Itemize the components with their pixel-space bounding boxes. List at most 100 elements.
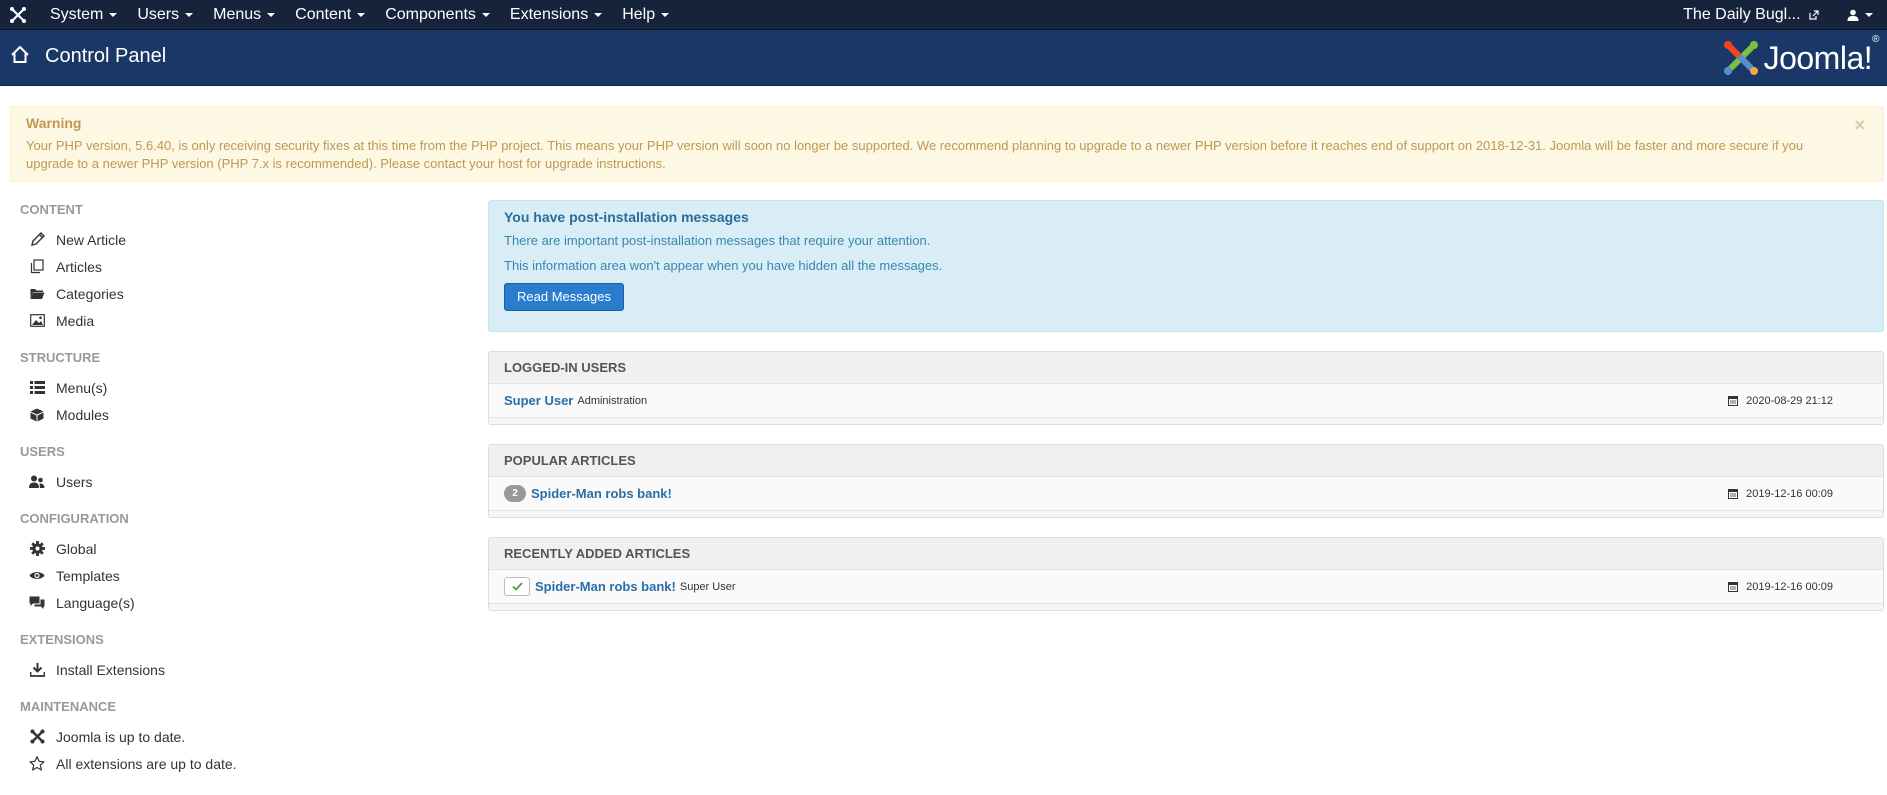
article-date: 2019-12-16 00:09 (1728, 488, 1833, 500)
nav-item-menus[interactable]: Menu(s) (20, 374, 460, 401)
menu-help[interactable]: Help (612, 0, 679, 30)
folder-icon (29, 286, 45, 302)
nav-item-media[interactable]: Media (20, 307, 460, 334)
nav-header-users: USERS (20, 444, 65, 459)
download-icon (29, 662, 45, 678)
menu-extensions[interactable]: Extensions (500, 0, 612, 30)
menu-system-label: System (50, 6, 104, 23)
nav-header-configuration: CONFIGURATION (20, 511, 129, 526)
menu-menus-label: Menus (213, 6, 262, 23)
check-icon (511, 582, 523, 591)
nav-item-label: Joomla is up to date. (56, 728, 186, 745)
login-date: 2020-08-29 21:12 (1728, 395, 1833, 407)
brand-mark: ® (1872, 33, 1879, 45)
logged-in-users-module: LOGGED-IN USERS Super User Administratio… (488, 351, 1884, 425)
joomla-brand-text: Joomla!® (1764, 34, 1880, 77)
module-title: RECENTLY ADDED ARTICLES (489, 538, 1883, 570)
main-menu: System Users Menus Content Components Ex… (40, 0, 679, 30)
nav-item-extension-update[interactable]: All extensions are up to date. (20, 750, 460, 777)
star-icon (29, 756, 45, 772)
module-footer (489, 604, 1883, 610)
module-footer (489, 511, 1883, 517)
published-toggle[interactable] (504, 577, 530, 596)
site-link[interactable]: The Daily Bugl... (1683, 0, 1819, 30)
read-messages-button[interactable]: Read Messages (504, 283, 624, 311)
list-item: 2 Spider-Man robs bank! 2019-12-16 00:09 (489, 477, 1883, 511)
article-author: Super User (679, 580, 736, 593)
nav-item-templates[interactable]: Templates (20, 562, 460, 589)
nav-group-maintenance: MAINTENANCE Joomla is up to date. All ex… (20, 697, 460, 777)
nav-header-extensions: EXTENSIONS (20, 632, 104, 647)
nav-group-extensions: EXTENSIONS Install Extensions (20, 630, 460, 683)
user-link[interactable]: Super User (504, 393, 573, 408)
nav-item-label: Menu(s) (56, 379, 108, 396)
menu-extensions-label: Extensions (509, 6, 589, 23)
article-date-text: 2019-12-16 00:09 (1746, 580, 1833, 593)
calendar-icon (1728, 489, 1739, 499)
main-content: You have post-installation messages Ther… (488, 200, 1884, 611)
nav-item-install-extensions[interactable]: Install Extensions (20, 656, 460, 683)
alert-close-button[interactable]: × (1854, 115, 1865, 136)
caret-down-icon (594, 12, 603, 17)
nav-item-label: Language(s) (56, 594, 135, 611)
nav-item-label: Users (56, 473, 93, 490)
list-item: Spider-Man robs bank! Super User 2019-12… (489, 570, 1883, 604)
menu-content[interactable]: Content (285, 0, 375, 30)
list-item: Super User Administration 2020-08-29 21:… (489, 384, 1883, 418)
nav-item-new-article[interactable]: New Article (20, 226, 460, 253)
caret-down-icon (109, 12, 118, 17)
nav-item-modules[interactable]: Modules (20, 401, 460, 428)
article-date: 2019-12-16 00:09 (1728, 581, 1833, 593)
article-link[interactable]: Spider-Man robs bank! (535, 579, 676, 594)
nav-item-languages[interactable]: Language(s) (20, 589, 460, 616)
nav-group-configuration: CONFIGURATION Global Templates Language(… (20, 509, 460, 616)
menu-users-label: Users (137, 6, 180, 23)
menu-components[interactable]: Components (375, 0, 500, 30)
nav-item-label: Install Extensions (56, 661, 165, 678)
home-icon (11, 46, 29, 63)
caret-down-icon (1865, 13, 1873, 17)
nav-header-maintenance: MAINTENANCE (20, 699, 117, 714)
caret-down-icon (267, 12, 276, 17)
menu-menus[interactable]: Menus (203, 0, 285, 30)
external-link-icon (1809, 10, 1819, 20)
postinstall-line1: There are important post-installation me… (504, 233, 931, 248)
module-footer (489, 418, 1883, 424)
module-title: POPULAR ARTICLES (489, 445, 1883, 477)
nav-header-content: CONTENT (20, 202, 83, 217)
stack-icon (29, 259, 45, 275)
nav-item-global[interactable]: Global (20, 535, 460, 562)
postinstall-messages-alert: You have post-installation messages Ther… (488, 200, 1884, 332)
eye-icon (29, 568, 45, 584)
nav-item-categories[interactable]: Categories (20, 280, 460, 307)
gear-icon (29, 541, 45, 557)
quick-icons-sidebar: CONTENT New Article Articles Categories … (20, 200, 460, 791)
caret-down-icon (185, 12, 194, 17)
nav-item-label: Media (56, 312, 95, 329)
login-date-text: 2020-08-29 21:12 (1746, 394, 1833, 407)
nav-item-label: New Article (56, 231, 127, 248)
recent-articles-module: RECENTLY ADDED ARTICLES Spider-Man robs … (488, 537, 1884, 611)
joomla-logo-icon[interactable] (9, 6, 27, 24)
php-warning-alert: Warning Your PHP version, 5.6.40, is onl… (10, 106, 1884, 182)
caret-down-icon (357, 12, 366, 17)
nav-item-articles[interactable]: Articles (20, 253, 460, 280)
nav-group-users: USERS Users (20, 442, 460, 495)
nav-item-joomla-update[interactable]: Joomla is up to date. (20, 723, 460, 750)
menu-users[interactable]: Users (127, 0, 203, 30)
menu-system[interactable]: System (40, 0, 127, 30)
pencil-icon (29, 232, 45, 248)
users-icon (29, 474, 45, 490)
hits-badge: 2 (504, 485, 526, 502)
caret-down-icon (661, 12, 670, 17)
nav-group-content: CONTENT New Article Articles Categories … (20, 200, 460, 334)
article-link[interactable]: Spider-Man robs bank! (531, 486, 672, 501)
nav-item-label: Templates (56, 567, 120, 584)
calendar-icon (1728, 582, 1739, 592)
user-menu[interactable] (1847, 0, 1873, 30)
user-role: Administration (577, 394, 648, 407)
nav-item-users[interactable]: Users (20, 468, 460, 495)
nav-group-structure: STRUCTURE Menu(s) Modules (20, 348, 460, 428)
popular-articles-module: POPULAR ARTICLES 2 Spider-Man robs bank!… (488, 444, 1884, 518)
joomla-brand: Joomla!® (1722, 34, 1880, 78)
